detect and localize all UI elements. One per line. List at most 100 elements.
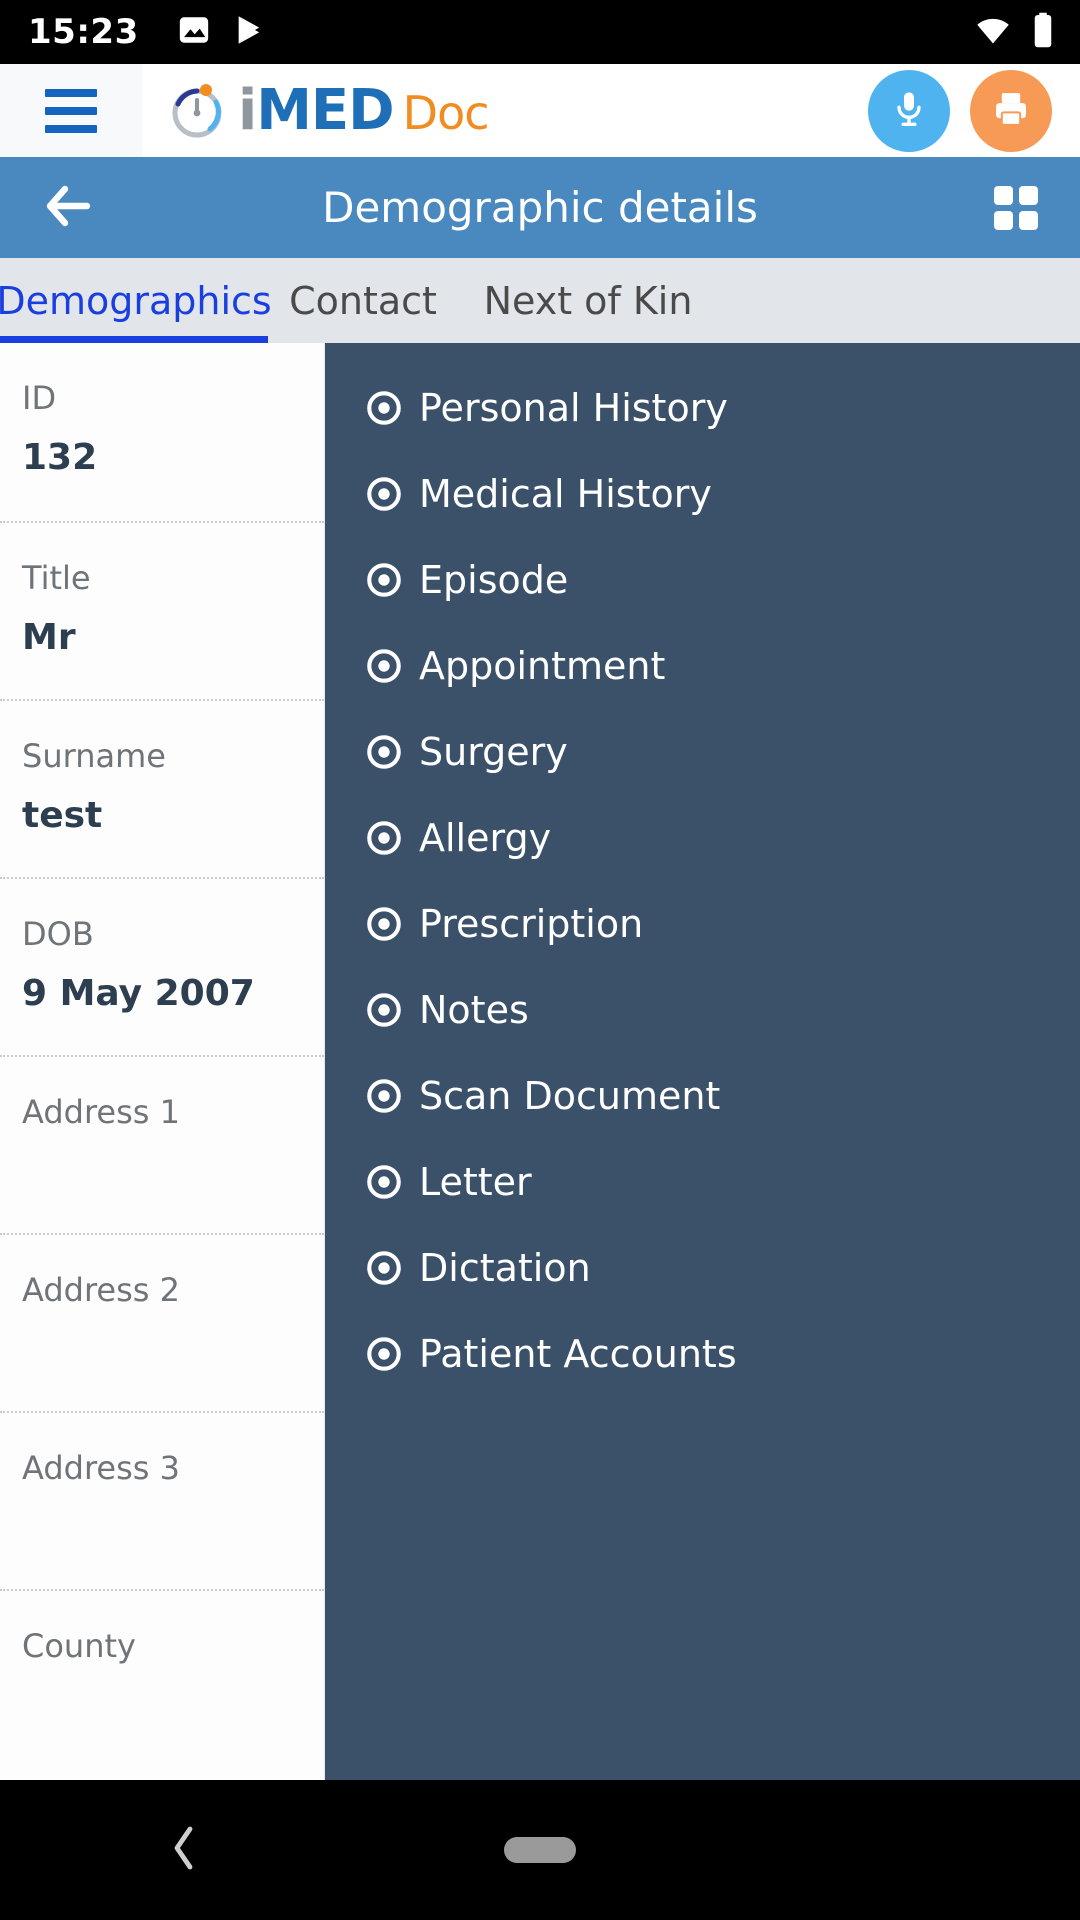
- menu-button[interactable]: [0, 64, 142, 157]
- menu-item-dictation[interactable]: Dictation: [325, 1225, 1080, 1311]
- printer-icon: [991, 89, 1031, 133]
- menu-item-scan-document[interactable]: Scan Document: [325, 1053, 1080, 1139]
- play-store-icon: [233, 13, 267, 51]
- status-bar-system-icons: [974, 12, 1054, 52]
- logo-text-i: i: [238, 77, 257, 143]
- field-address-1[interactable]: Address 1: [0, 1055, 324, 1233]
- menu-item-letter[interactable]: Letter: [325, 1139, 1080, 1225]
- menu-item-label: Medical History: [419, 472, 712, 516]
- android-navigation-bar: [0, 1780, 1080, 1920]
- menu-item-allergy[interactable]: Allergy: [325, 795, 1080, 881]
- patient-actions-menu: Personal History Medical History Episode…: [325, 343, 1080, 1780]
- menu-item-surgery[interactable]: Surgery: [325, 709, 1080, 795]
- circle-dot-icon: [365, 561, 403, 599]
- field-county[interactable]: County: [0, 1589, 324, 1767]
- field-label: Address 3: [22, 1449, 180, 1487]
- tab-demographics[interactable]: Demographics: [0, 258, 272, 343]
- menu-item-label: Notes: [419, 988, 529, 1032]
- menu-item-label: Allergy: [419, 816, 552, 860]
- field-title[interactable]: Title Mr: [0, 521, 324, 699]
- app-logo-text: i MED Doc: [238, 77, 490, 143]
- field-address-3[interactable]: Address 3: [0, 1411, 324, 1589]
- logo-text-doc: Doc: [402, 85, 490, 140]
- nav-back-button[interactable]: [170, 1825, 198, 1875]
- wifi-icon: [974, 15, 1012, 49]
- field-dob[interactable]: DOB 9 May 2007: [0, 877, 324, 1055]
- menu-item-label: Letter: [419, 1160, 532, 1204]
- battery-icon: [1032, 12, 1054, 52]
- menu-item-label: Appointment: [419, 644, 666, 688]
- print-button[interactable]: [970, 69, 1052, 152]
- content-area: ID 132 Title Mr Surname test DOB 9 May 2…: [0, 343, 1080, 1780]
- demographics-form-panel: ID 132 Title Mr Surname test DOB 9 May 2…: [0, 343, 325, 1780]
- grid-view-icon[interactable]: [994, 185, 1038, 230]
- menu-item-label: Surgery: [419, 730, 568, 774]
- field-value: 9 May 2007: [22, 973, 255, 1015]
- app-logo: i MED Doc: [166, 77, 490, 143]
- nav-back-icon: [170, 1826, 198, 1875]
- menu-item-medical-history[interactable]: Medical History: [325, 451, 1080, 537]
- nav-home-pill-icon[interactable]: [504, 1837, 576, 1863]
- menu-item-appointment[interactable]: Appointment: [325, 623, 1080, 709]
- tab-label: Next of Kin: [483, 278, 693, 323]
- circle-dot-icon: [365, 1335, 403, 1373]
- menu-item-label: Scan Document: [419, 1074, 721, 1118]
- app-header-actions: [868, 69, 1052, 152]
- field-value: 132: [22, 437, 98, 479]
- circle-dot-icon: [365, 991, 403, 1029]
- menu-item-patient-accounts[interactable]: Patient Accounts: [325, 1311, 1080, 1397]
- menu-item-label: Personal History: [419, 386, 728, 430]
- status-bar-notification-icons: [177, 13, 267, 51]
- tab-contact[interactable]: Contact: [268, 258, 458, 343]
- field-label: Address 1: [22, 1093, 180, 1131]
- tab-bar: Demographics Contact Next of Kin: [0, 258, 1080, 343]
- microphone-icon: [889, 89, 929, 133]
- circle-dot-icon: [365, 389, 403, 427]
- status-bar-clock: 15:23: [28, 12, 139, 52]
- field-address-2[interactable]: Address 2: [0, 1233, 324, 1411]
- hamburger-menu-icon: [45, 88, 97, 133]
- page-title-bar: Demographic details: [0, 157, 1080, 258]
- menu-item-notes[interactable]: Notes: [325, 967, 1080, 1053]
- grid-cell-2: [1019, 185, 1038, 205]
- tab-label: Demographics: [0, 278, 272, 323]
- tab-next-of-kin[interactable]: Next of Kin: [458, 258, 718, 343]
- menu-item-label: Prescription: [419, 902, 644, 946]
- tab-label: Contact: [289, 278, 437, 323]
- circle-dot-icon: [365, 733, 403, 771]
- menu-item-label: Patient Accounts: [419, 1332, 737, 1376]
- menu-item-personal-history[interactable]: Personal History: [325, 365, 1080, 451]
- circle-dot-icon: [365, 905, 403, 943]
- microphone-button[interactable]: [868, 69, 950, 152]
- menu-item-label: Dictation: [419, 1246, 591, 1290]
- field-label: Surname: [22, 737, 166, 775]
- app-header: i MED Doc: [0, 64, 1080, 157]
- field-label: DOB: [22, 915, 94, 953]
- circle-dot-icon: [365, 647, 403, 685]
- circle-dot-icon: [365, 819, 403, 857]
- circle-dot-icon: [365, 475, 403, 513]
- circle-dot-icon: [365, 1163, 403, 1201]
- logo-text-med: MED: [256, 77, 394, 143]
- menu-item-prescription[interactable]: Prescription: [325, 881, 1080, 967]
- page-title: Demographic details: [322, 183, 758, 232]
- back-button[interactable]: [45, 184, 93, 232]
- field-id[interactable]: ID 132: [0, 343, 324, 521]
- field-surname[interactable]: Surname test: [0, 699, 324, 877]
- menu-item-label: Episode: [419, 558, 569, 602]
- grid-cell-3: [994, 210, 1013, 230]
- phone-screen: 15:23 i MED Doc Demographic details Demo…: [0, 0, 1080, 1920]
- field-label: Address 2: [22, 1271, 180, 1309]
- image-icon: [177, 13, 211, 51]
- field-value: test: [22, 795, 103, 837]
- back-arrow-icon: [45, 185, 93, 231]
- circle-dot-icon: [365, 1077, 403, 1115]
- menu-item-episode[interactable]: Episode: [325, 537, 1080, 623]
- field-label: ID: [22, 379, 57, 417]
- status-bar: 15:23: [0, 0, 1080, 64]
- field-label: County: [22, 1627, 136, 1665]
- grid-cell-1: [994, 185, 1013, 205]
- field-label: Title: [22, 559, 91, 597]
- grid-cell-4: [1019, 210, 1038, 230]
- field-value: Mr: [22, 617, 76, 659]
